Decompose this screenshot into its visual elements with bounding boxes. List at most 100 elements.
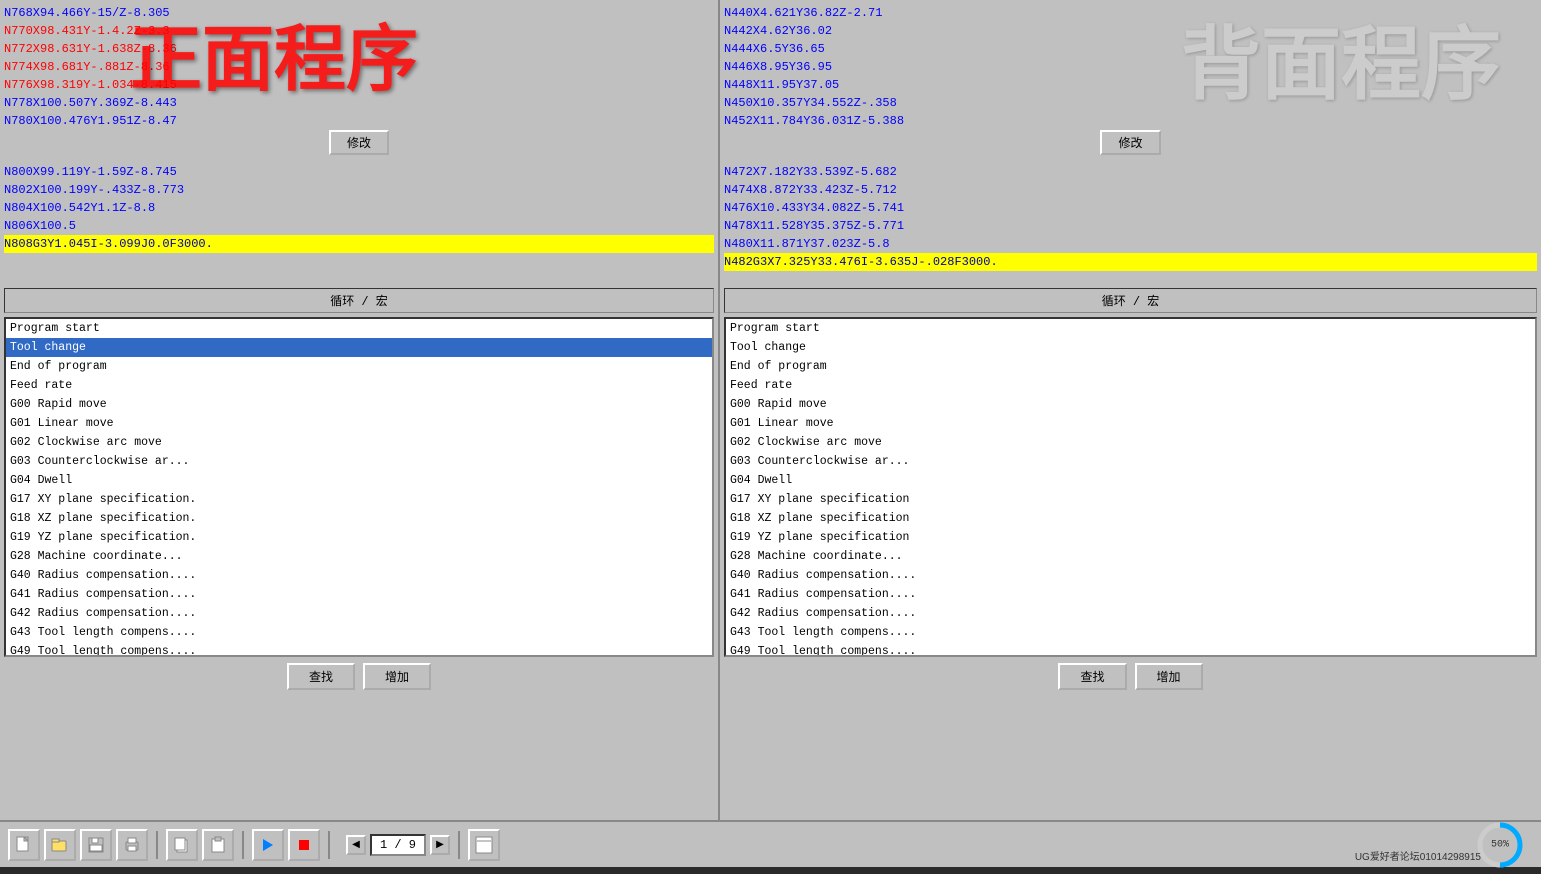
toolbar-prev-btn[interactable]: ◀ xyxy=(346,835,366,855)
left-edit-button[interactable]: 修改 xyxy=(329,130,389,155)
code-line: N480X11.871Y37.023Z-5.8 xyxy=(724,235,1537,253)
code-line: N442X4.62Y36.02 xyxy=(724,22,1537,40)
toolbar-sep-2 xyxy=(242,831,244,859)
list-item-feed-rate[interactable]: Feed rate xyxy=(6,376,712,395)
list-item-g04[interactable]: G04 Dwell xyxy=(6,471,712,490)
left-list: Program start Tool change End of program… xyxy=(4,317,714,657)
list-item-g49[interactable]: G49 Tool length compens.... xyxy=(6,642,712,657)
list-item-g40[interactable]: G40 Radius compensation.... xyxy=(6,566,712,585)
list-item-tool-change[interactable]: Tool change xyxy=(6,338,712,357)
list-item-g18[interactable]: G18 XZ plane specification. xyxy=(6,509,712,528)
toolbar-new-icon[interactable] xyxy=(8,829,40,861)
toolbar-sep-4 xyxy=(458,831,460,859)
toolbar-run-icon[interactable] xyxy=(252,829,284,861)
toolbar-next-btn[interactable]: ▶ xyxy=(430,835,450,855)
left-code-area-3 xyxy=(0,694,718,820)
toolbar-stop-icon[interactable] xyxy=(288,829,320,861)
code-line: N780X100.476Y1.951Z-8.47 xyxy=(4,112,714,126)
right-list-item-g40[interactable]: G40 Radius compensation.... xyxy=(726,566,1535,585)
right-list-item-feed-rate[interactable]: Feed rate xyxy=(726,376,1535,395)
list-item-g17[interactable]: G17 XY plane specification. xyxy=(6,490,712,509)
list-item-g19[interactable]: G19 YZ plane specification. xyxy=(6,528,712,547)
toolbar-counter: ◀ 1 / 9 ▶ xyxy=(346,834,450,856)
code-line: N806X100.5 xyxy=(4,217,714,235)
list-item-g43[interactable]: G43 Tool length compens.... xyxy=(6,623,712,642)
toolbar-counter-display: 1 / 9 xyxy=(370,834,426,856)
list-item-g00[interactable]: G00 Rapid move xyxy=(6,395,712,414)
right-add-button[interactable]: 增加 xyxy=(1135,663,1203,690)
toolbar-sep-3 xyxy=(328,831,330,859)
watermark: UG爱好者论坛01014298915 xyxy=(1355,848,1481,863)
code-line: N444X6.5Y36.65 xyxy=(724,40,1537,58)
code-line: N778X100.507Y.369Z-8.443 xyxy=(4,94,714,112)
list-item-g03[interactable]: G03 Counterclockwise ar... xyxy=(6,452,712,471)
progress-container: 50% xyxy=(1475,820,1525,870)
right-edit-button[interactable]: 修改 xyxy=(1100,130,1160,155)
code-line: N800X99.119Y-1.59Z-8.745 xyxy=(4,163,714,181)
code-line: N472X7.182Y33.539Z-5.682 xyxy=(724,163,1537,181)
toolbar: ◀ 1 / 9 ▶ 50% UG爱好者论坛01014298915 xyxy=(0,820,1541,867)
code-line-highlighted: N808G3Y1.045I-3.099J0.0F3000. xyxy=(4,235,714,253)
list-item-g01[interactable]: G01 Linear move xyxy=(6,414,712,433)
toolbar-copy-icon[interactable] xyxy=(166,829,198,861)
right-list-item-g28[interactable]: G28 Machine coordinate... xyxy=(726,547,1535,566)
left-find-button[interactable]: 查找 xyxy=(287,663,355,690)
left-code-area-2: N800X99.119Y-1.59Z-8.745 N802X100.199Y-.… xyxy=(0,159,718,285)
right-code-area-3 xyxy=(720,694,1541,820)
right-list-item-tool-change[interactable]: Tool change xyxy=(726,338,1535,357)
toolbar-save-icon[interactable] xyxy=(80,829,112,861)
code-line: N448X11.95Y37.05 xyxy=(724,76,1537,94)
code-line: N772X98.631Y-1.638Z-8.36 xyxy=(4,40,714,58)
left-bottom-buttons: 查找 增加 xyxy=(0,659,718,694)
code-line: N804X100.542Y1.1Z-8.8 xyxy=(4,199,714,217)
right-list-item-end-program[interactable]: End of program xyxy=(726,357,1535,376)
code-line: N770X98.431Y-1.4.2Z-3.3 xyxy=(4,22,714,40)
list-item-end-program[interactable]: End of program xyxy=(6,357,712,376)
right-bottom-buttons: 查找 增加 xyxy=(720,659,1541,694)
right-list: Program start Tool change End of program… xyxy=(724,317,1537,657)
left-code-area: N768X94.466Y-15/Z-8.305 N770X98.431Y-1.4… xyxy=(0,0,718,126)
code-line: N446X8.95Y36.95 xyxy=(724,58,1537,76)
left-cycle-bar: 循环 / 宏 xyxy=(4,288,714,313)
right-list-item-g04[interactable]: G04 Dwell xyxy=(726,471,1535,490)
code-line: N774X98.681Y-.881Z-8.36 xyxy=(4,58,714,76)
left-add-button[interactable]: 增加 xyxy=(363,663,431,690)
right-list-item-g01[interactable]: G01 Linear move xyxy=(726,414,1535,433)
code-line: N776X98.319Y-1.034-8.415 xyxy=(4,76,714,94)
right-list-item-g17[interactable]: G17 XY plane specification xyxy=(726,490,1535,509)
right-list-item-g02[interactable]: G02 Clockwise arc move xyxy=(726,433,1535,452)
list-item-g42[interactable]: G42 Radius compensation.... xyxy=(6,604,712,623)
list-item-g02[interactable]: G02 Clockwise arc move xyxy=(6,433,712,452)
toolbar-open-icon[interactable] xyxy=(44,829,76,861)
code-line: N478X11.528Y35.375Z-5.771 xyxy=(724,217,1537,235)
left-panel: 正面程序 N768X94.466Y-15/Z-8.305 N770X98.431… xyxy=(0,0,720,820)
code-line-highlighted: N482G3X7.325Y33.476I-3.635J-.028F3000. xyxy=(724,253,1537,271)
right-list-item-g00[interactable]: G00 Rapid move xyxy=(726,395,1535,414)
list-item-program-start[interactable]: Program start xyxy=(6,319,712,338)
toolbar-paste-icon[interactable] xyxy=(202,829,234,861)
right-list-item-g42[interactable]: G42 Radius compensation.... xyxy=(726,604,1535,623)
right-list-item-g03[interactable]: G03 Counterclockwise ar... xyxy=(726,452,1535,471)
right-list-item-g43[interactable]: G43 Tool length compens.... xyxy=(726,623,1535,642)
right-cycle-bar: 循环 / 宏 xyxy=(724,288,1537,313)
code-line: N768X94.466Y-15/Z-8.305 xyxy=(4,4,714,22)
toolbar-print-icon[interactable] xyxy=(116,829,148,861)
code-line: N440X4.621Y36.82Z-2.71 xyxy=(724,4,1537,22)
right-code-area-2: N472X7.182Y33.539Z-5.682 N474X8.872Y33.4… xyxy=(720,159,1541,285)
right-list-item-program-start[interactable]: Program start xyxy=(726,319,1535,338)
right-list-item-g49[interactable]: G49 Tool length compens.... xyxy=(726,642,1535,657)
right-list-item-g41[interactable]: G41 Radius compensation.... xyxy=(726,585,1535,604)
toolbar-settings-icon[interactable] xyxy=(468,829,500,861)
list-item-g28[interactable]: G28 Machine coordinate... xyxy=(6,547,712,566)
code-line: N450X10.357Y34.552Z-.358 xyxy=(724,94,1537,112)
code-line: N802X100.199Y-.433Z-8.773 xyxy=(4,181,714,199)
code-line: N452X11.784Y36.031Z-5.388 xyxy=(724,112,1537,126)
right-list-item-g19[interactable]: G19 YZ plane specification xyxy=(726,528,1535,547)
right-code-area: N440X4.621Y36.82Z-2.71 N442X4.62Y36.02 N… xyxy=(720,0,1541,126)
right-list-item-g18[interactable]: G18 XZ plane specification xyxy=(726,509,1535,528)
progress-label: 50% xyxy=(1491,839,1509,850)
right-panel: 背面程序 N440X4.621Y36.82Z-2.71 N442X4.62Y36… xyxy=(720,0,1541,820)
list-item-g41[interactable]: G41 Radius compensation.... xyxy=(6,585,712,604)
right-find-button[interactable]: 查找 xyxy=(1058,663,1126,690)
code-line: N474X8.872Y33.423Z-5.712 xyxy=(724,181,1537,199)
